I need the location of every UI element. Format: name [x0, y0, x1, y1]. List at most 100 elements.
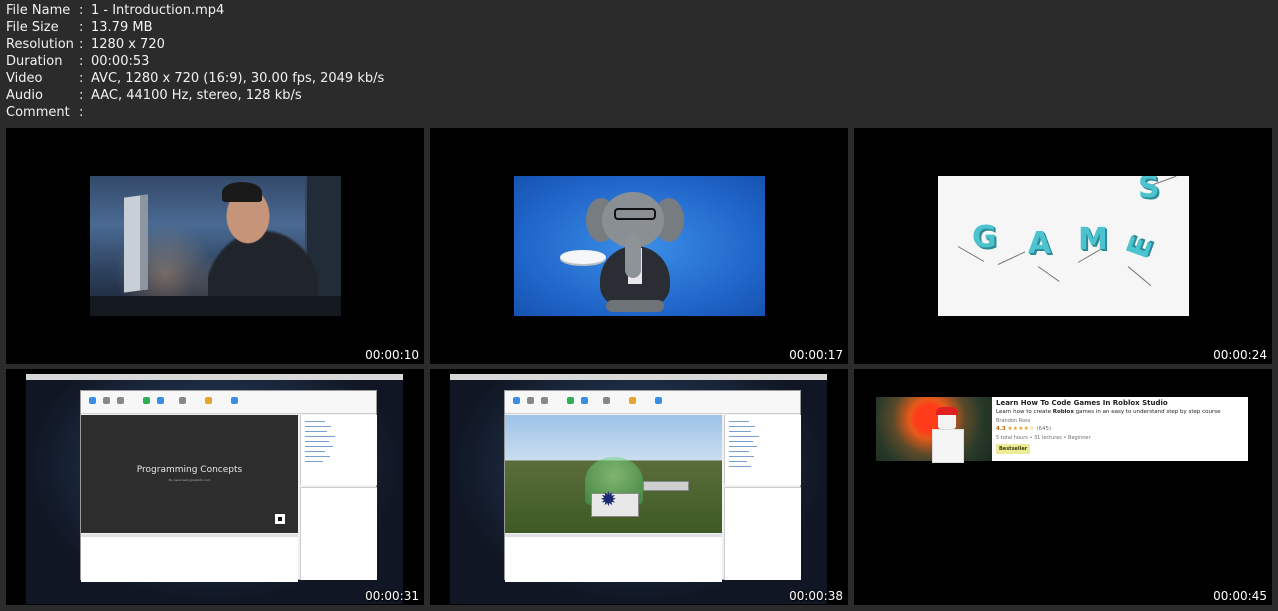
- course-author: Brandon Ross: [996, 418, 1031, 424]
- output-panel: [505, 534, 722, 582]
- bestseller-badge: Bestseller: [996, 444, 1031, 454]
- description-bold: Roblox: [1052, 409, 1074, 415]
- glasses: [614, 208, 656, 220]
- tree-item: [729, 461, 747, 462]
- tree-item: [305, 421, 325, 422]
- toolbar-icon: [117, 397, 124, 404]
- info-row-audio: Audio : AAC, 44100 Hz, stereo, 128 kb/s: [6, 87, 384, 104]
- info-row-duration: Duration : 00:00:53: [6, 53, 384, 70]
- info-key: File Name: [6, 3, 71, 18]
- stone-slab: [643, 481, 689, 491]
- star-icon: ✹: [600, 487, 617, 511]
- toolbar-icon: [513, 397, 520, 404]
- info-separator: :: [79, 71, 84, 86]
- elephant-trunk: [625, 234, 641, 278]
- info-row-file-size: File Size : 13.79 MB: [6, 19, 384, 36]
- spider-leg: [997, 251, 1026, 265]
- frame-image-games: G A M E S: [938, 176, 1189, 316]
- info-key: File Size: [6, 20, 59, 35]
- course-title: Learn How To Code Games In Roblox Studio: [996, 399, 1168, 407]
- roblox-studio-window: ✹: [504, 390, 801, 582]
- description-text: games in an easy to understand step by s…: [1073, 409, 1221, 415]
- timestamp: 00:00:24: [1213, 348, 1267, 362]
- course-card: Learn How To Code Games In Roblox Studio…: [876, 397, 1248, 463]
- roblox-studio-window: Programming Concepts By www.reallygreats…: [80, 390, 377, 582]
- tree-item: [729, 426, 755, 427]
- tree-item: [729, 421, 749, 422]
- info-key: Audio: [6, 88, 43, 103]
- timestamp: 00:00:38: [789, 589, 843, 603]
- timestamp: 00:00:17: [789, 348, 843, 362]
- course-thumbnail: [876, 397, 992, 463]
- properties-panel: [300, 487, 377, 580]
- toolbar-icon: [231, 397, 238, 404]
- file-info: File Name : 1 - Introduction.mp4 File Si…: [6, 2, 384, 121]
- tree-item: [305, 431, 327, 432]
- info-key: Comment: [6, 105, 70, 120]
- toolbar-icon: [103, 397, 110, 404]
- tree-item: [305, 451, 325, 452]
- tree-item: [305, 456, 330, 457]
- elephant-feet: [606, 300, 664, 312]
- info-separator: :: [79, 3, 84, 18]
- plate: [560, 250, 606, 264]
- info-value: 13.79 MB: [91, 20, 153, 35]
- info-value: 00:00:53: [91, 54, 150, 69]
- spider-leg: [1127, 266, 1152, 287]
- info-value: AVC, 1280 x 720 (16:9), 30.00 fps, 2049 …: [91, 71, 385, 86]
- frame-image-office: [90, 176, 341, 316]
- info-value: 1 - Introduction.mp4: [91, 3, 225, 18]
- toolbar-icon: [629, 397, 636, 404]
- slide-viewport: Programming Concepts By www.reallygreats…: [81, 415, 298, 533]
- avatar-cap: [936, 407, 958, 415]
- thumbnail-4[interactable]: Programming Concepts By www.reallygreats…: [6, 369, 424, 605]
- thumbnail-1[interactable]: 00:00:10: [6, 128, 424, 364]
- hair: [222, 182, 262, 202]
- thumbnail-5[interactable]: ✹ 00:00:38: [430, 369, 848, 605]
- tree-item: [729, 451, 749, 452]
- timestamp: 00:00:45: [1213, 589, 1267, 603]
- info-separator: :: [79, 88, 84, 103]
- info-separator: :: [79, 105, 84, 120]
- toolbar-icon: [205, 397, 212, 404]
- thumbnail-2[interactable]: 00:00:17: [430, 128, 848, 364]
- toolbar-icon: [567, 397, 574, 404]
- info-key: Video: [6, 71, 43, 86]
- tree-item: [729, 441, 753, 442]
- tree-item: [729, 466, 751, 467]
- stop-icon: [275, 514, 285, 524]
- desk: [90, 296, 341, 316]
- spider-leg: [1037, 266, 1060, 282]
- properties-panel: [724, 487, 801, 580]
- rating-count: (645): [1036, 426, 1052, 432]
- letter-m: M: [1078, 222, 1108, 257]
- course-details: 5 total hours • 31 lectures • Beginner: [996, 435, 1091, 441]
- mac-menubar: [450, 374, 827, 380]
- toolbar-icon: [179, 397, 186, 404]
- toolbar-icon: [157, 397, 164, 404]
- game-viewport: ✹: [505, 415, 722, 533]
- info-value: AAC, 44100 Hz, stereo, 128 kb/s: [91, 88, 302, 103]
- timestamp: 00:00:10: [365, 348, 419, 362]
- thumbnail-3[interactable]: G A M E S 00:00:24: [854, 128, 1272, 364]
- letter-a: A: [1028, 226, 1052, 261]
- tree-item: [729, 446, 757, 447]
- thumbnail-6[interactable]: Learn How To Code Games In Roblox Studio…: [854, 369, 1272, 605]
- frame-image-elephant: [514, 176, 765, 316]
- explorer-panel: [300, 415, 377, 485]
- tree-item: [729, 431, 751, 432]
- studio-ribbon: [81, 391, 376, 414]
- letter-g: G: [972, 220, 997, 255]
- tree-item: [305, 426, 331, 427]
- toolbar-icon: [581, 397, 588, 404]
- toolbar-icon: [541, 397, 548, 404]
- letter-s: S: [1138, 176, 1160, 205]
- monitor: [124, 194, 148, 293]
- info-row-file-name: File Name : 1 - Introduction.mp4: [6, 2, 384, 19]
- info-separator: :: [79, 37, 84, 52]
- info-row-resolution: Resolution : 1280 x 720: [6, 36, 384, 53]
- avatar-body: [932, 429, 964, 463]
- course-description: Learn how to create Roblox games in an e…: [996, 409, 1221, 415]
- info-key: Duration: [6, 54, 63, 69]
- info-value: 1280 x 720: [91, 37, 165, 52]
